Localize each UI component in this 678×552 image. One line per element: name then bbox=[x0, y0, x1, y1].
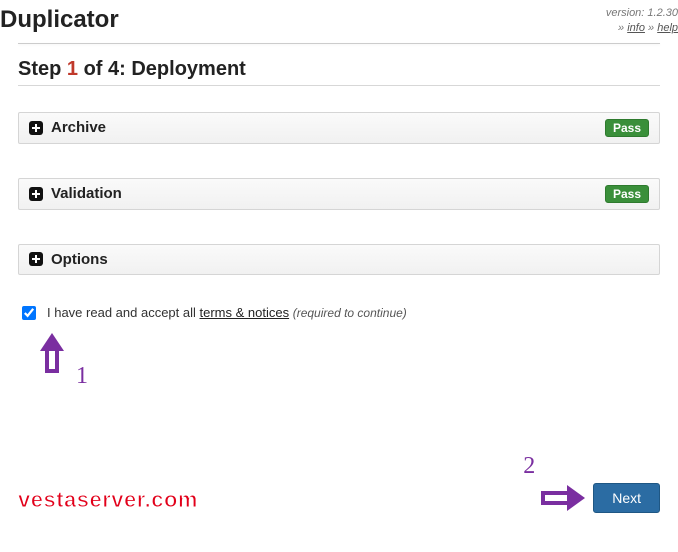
annotation-number-2: 2 bbox=[523, 453, 535, 480]
watermark-text: vestaserver.com bbox=[18, 487, 198, 513]
expand-icon bbox=[29, 187, 43, 201]
annotation-arrow-1: 1 bbox=[36, 333, 660, 393]
header-divider bbox=[18, 43, 660, 44]
app-title: Duplicator bbox=[0, 6, 119, 34]
version-label: version: 1.2.30 bbox=[606, 6, 678, 21]
step-divider bbox=[18, 85, 660, 86]
accept-terms-checkbox[interactable] bbox=[22, 306, 36, 320]
help-link[interactable]: help bbox=[657, 22, 678, 34]
panel-options-title: Options bbox=[51, 251, 108, 268]
status-badge-pass: Pass bbox=[605, 185, 649, 203]
accept-terms-row: I have read and accept all terms & notic… bbox=[18, 303, 660, 323]
panel-validation[interactable]: Validation Pass bbox=[18, 178, 660, 210]
accept-label: I have read and accept all bbox=[47, 305, 200, 320]
expand-icon bbox=[29, 252, 43, 266]
terms-notices-link[interactable]: terms & notices bbox=[200, 305, 290, 320]
panel-options[interactable]: Options bbox=[18, 244, 660, 275]
annotation-number-1: 1 bbox=[76, 363, 88, 390]
panel-validation-title: Validation bbox=[51, 185, 122, 202]
info-link[interactable]: info bbox=[627, 22, 645, 34]
step-heading: Step 1 of 4: Deployment bbox=[18, 58, 660, 81]
panel-archive-title: Archive bbox=[51, 119, 106, 136]
expand-icon bbox=[29, 121, 43, 135]
step-number: 1 bbox=[67, 58, 78, 80]
annotation-arrow-2: 2 bbox=[541, 485, 585, 511]
required-note: (required to continue) bbox=[293, 306, 407, 320]
status-badge-pass: Pass bbox=[605, 119, 649, 137]
next-button[interactable]: Next bbox=[593, 483, 660, 513]
arrow-up-icon bbox=[40, 333, 64, 351]
panel-archive[interactable]: Archive Pass bbox=[18, 112, 660, 144]
arrow-right-icon bbox=[567, 485, 585, 511]
header-meta: version: 1.2.30 » info » help bbox=[606, 6, 678, 37]
